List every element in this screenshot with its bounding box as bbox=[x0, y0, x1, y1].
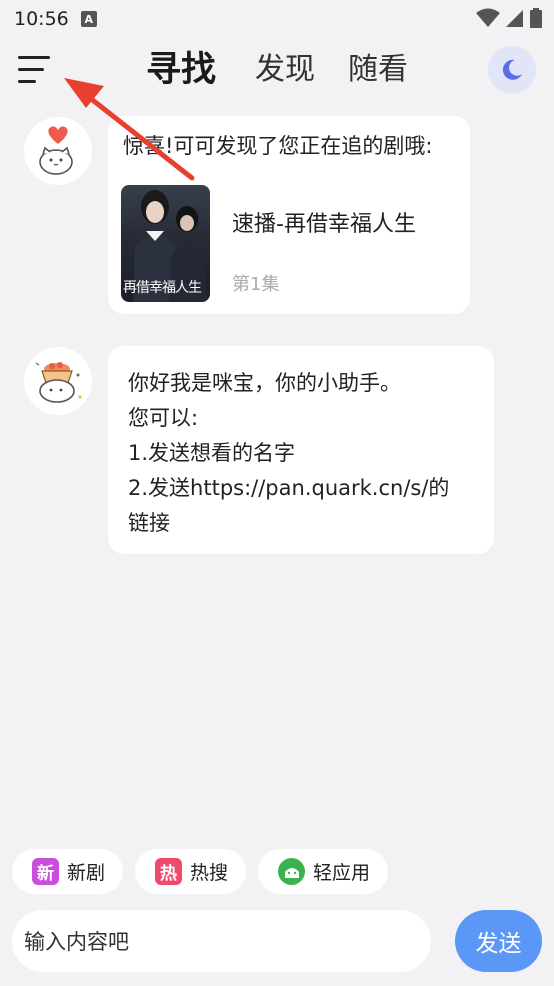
welcome-line: 你好我是咪宝，你的小助手。 bbox=[128, 371, 401, 395]
status-bar: 10:56 A bbox=[0, 0, 554, 38]
battery-icon bbox=[530, 8, 542, 28]
chip-label: 轻应用 bbox=[313, 862, 371, 884]
message-bubble-drama[interactable]: 惊喜!可可发现了您正在追的剧哦: 再借幸福人生 速播-再借幸福人生 第1集 bbox=[108, 116, 470, 314]
drama-poster[interactable]: 再借幸福人生 bbox=[121, 185, 210, 302]
signal-icon bbox=[506, 10, 523, 27]
message-bubble-welcome: 你好我是咪宝，你的小助手。 您可以: 1.发送想看的名字 2.发送https:/… bbox=[108, 346, 494, 554]
status-time: 10:56 bbox=[14, 8, 69, 30]
cat-heart-avatar bbox=[24, 117, 92, 185]
header: 寻找 发现 随看 bbox=[0, 40, 554, 102]
chip-label: 热搜 bbox=[190, 862, 229, 884]
poster-title: 再借幸福人生 bbox=[123, 280, 202, 296]
moon-icon bbox=[502, 59, 522, 80]
welcome-line: 您可以: bbox=[128, 406, 199, 430]
tab-discover[interactable]: 发现 bbox=[255, 48, 315, 92]
new-badge-icon: 新 bbox=[32, 858, 59, 885]
welcome-line: 链接 bbox=[128, 511, 170, 535]
quick-chips: 新 新剧 热 热搜 轻应用 bbox=[12, 849, 389, 894]
tab-random-watch[interactable]: 随看 bbox=[348, 48, 408, 92]
theme-toggle-button[interactable] bbox=[488, 46, 536, 94]
hot-badge-icon: 热 bbox=[155, 858, 183, 885]
message-input[interactable]: 输入内容吧 bbox=[12, 910, 431, 972]
tab-search[interactable]: 寻找 bbox=[146, 48, 216, 92]
message-text: 惊喜!可可发现了您正在追的剧哦: bbox=[123, 134, 433, 158]
chip-new-drama[interactable]: 新 新剧 bbox=[12, 849, 124, 894]
send-button[interactable]: 发送 bbox=[455, 910, 542, 972]
hamburger-icon[interactable] bbox=[18, 54, 54, 86]
drama-episode: 第1集 bbox=[232, 274, 280, 295]
wifi-icon bbox=[476, 8, 500, 27]
chip-hot-search[interactable]: 热 热搜 bbox=[135, 849, 247, 894]
notification-icon: A bbox=[80, 11, 97, 27]
welcome-line: 1.发送想看的名字 bbox=[128, 441, 296, 465]
android-icon bbox=[278, 858, 306, 885]
drama-title[interactable]: 速播-再借幸福人生 bbox=[232, 206, 416, 238]
status-icons bbox=[476, 8, 542, 28]
chip-label: 新剧 bbox=[67, 862, 106, 884]
chip-mini-apps[interactable]: 轻应用 bbox=[258, 849, 389, 894]
welcome-line: 2.发送https://pan.quark.cn/s/的 bbox=[128, 476, 450, 500]
cat-basket-avatar bbox=[24, 347, 92, 415]
